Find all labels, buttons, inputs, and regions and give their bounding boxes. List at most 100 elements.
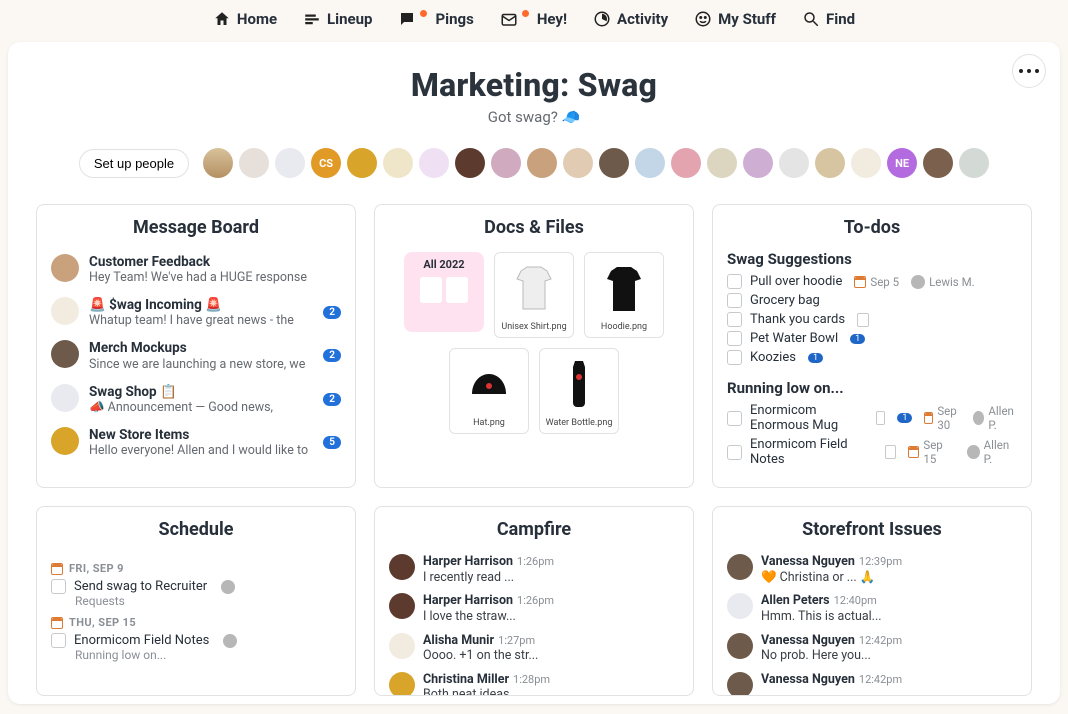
avatar[interactable] — [275, 148, 305, 178]
nav-home[interactable]: Home — [213, 10, 277, 28]
file-tile[interactable]: Hat.png — [449, 348, 529, 434]
todo-item[interactable]: Koozies1 — [713, 348, 1031, 367]
chat-message[interactable]: Vanessa Nguyen12:42pmNo prob. Here you..… — [713, 629, 1031, 668]
todo-item[interactable]: Grocery bag — [713, 291, 1031, 310]
todo-list-title[interactable]: Swag Suggestions — [713, 248, 1031, 272]
nav-find[interactable]: Find — [802, 10, 855, 28]
nav-lineup[interactable]: Lineup — [303, 10, 372, 28]
message-item[interactable]: Customer FeedbackHey Team! We've had a H… — [51, 248, 341, 291]
project-sheet: Marketing: Swag Got swag? 🧢 Set up peopl… — [8, 42, 1060, 704]
assignee-avatar — [967, 445, 980, 459]
avatar[interactable] — [923, 148, 953, 178]
schedule-item[interactable]: Send swag to Recruiter — [51, 579, 341, 594]
schedule-item-sub: Requests — [75, 594, 341, 608]
card-todos[interactable]: To-dos Swag SuggestionsPull over hoodie … — [712, 204, 1032, 488]
avatar[interactable] — [851, 148, 881, 178]
avatar[interactable] — [491, 148, 521, 178]
todo-item[interactable]: Enormicom Enormous Mug1 Sep 30 Allen P. — [713, 401, 1031, 435]
avatar — [727, 633, 753, 659]
more-menu-button[interactable] — [1012, 54, 1046, 88]
avatar[interactable]: CS — [311, 148, 341, 178]
avatar[interactable] — [563, 148, 593, 178]
schedule-item-label: Send swag to Recruiter — [74, 579, 207, 594]
checkbox[interactable] — [727, 293, 742, 308]
card-title: Schedule — [37, 519, 355, 540]
avatar[interactable] — [671, 148, 701, 178]
file-thumbnail — [589, 257, 659, 319]
checkbox[interactable] — [727, 350, 742, 365]
card-campfire[interactable]: Campfire Harper Harrison1:26pmI recently… — [374, 506, 694, 696]
card-title: Message Board — [37, 217, 355, 238]
chat-message[interactable]: Harper Harrison1:26pmI recently read ... — [375, 550, 693, 589]
nav-activity-label: Activity — [617, 10, 668, 28]
message-item[interactable]: Merch MockupsSince we are launching a ne… — [51, 334, 341, 377]
todo-item[interactable]: Pet Water Bowl1 — [713, 329, 1031, 348]
card-title: Storefront Issues — [713, 519, 1031, 540]
checkbox[interactable] — [727, 312, 742, 327]
message-item[interactable]: New Store ItemsHello everyone! Allen and… — [51, 421, 341, 464]
setup-people-button[interactable]: Set up people — [79, 149, 189, 178]
card-storefront-issues[interactable]: Storefront Issues Vanessa Nguyen12:39pm🧡… — [712, 506, 1032, 696]
avatar[interactable] — [635, 148, 665, 178]
document-icon — [876, 411, 885, 425]
nav-pings-label: Pings — [435, 10, 473, 28]
checkbox[interactable] — [727, 274, 742, 289]
avatar[interactable] — [455, 148, 485, 178]
chat-message[interactable]: Allen Peters12:40pmHmm. This is actual..… — [713, 589, 1031, 628]
avatar[interactable] — [347, 148, 377, 178]
chat-message[interactable]: Harper Harrison1:26pmI love the straw... — [375, 589, 693, 628]
avatar[interactable]: NE — [887, 148, 917, 178]
avatar-list: CS NE — [203, 148, 989, 178]
file-tile[interactable]: Hoodie.png — [584, 252, 664, 338]
card-docs-files[interactable]: Docs & Files All 2022Unisex Shirt.pngHoo… — [374, 204, 694, 488]
nav-pings[interactable]: Pings — [398, 10, 473, 28]
avatar[interactable] — [815, 148, 845, 178]
schedule-item[interactable]: Enormicom Field Notes — [51, 633, 341, 648]
checkbox[interactable] — [727, 411, 742, 426]
project-title: Marketing: Swag — [36, 66, 1032, 104]
folder[interactable]: All 2022 — [404, 252, 484, 332]
todo-item[interactable]: Enormicom Field Notes Sep 15 Allen P. — [713, 435, 1031, 469]
avatar — [51, 297, 79, 325]
chat-message[interactable]: Alisha Munir1:27pmOooo. +1 on the str... — [375, 629, 693, 668]
avatar[interactable] — [779, 148, 809, 178]
todo-item[interactable]: Pull over hoodie Sep 5 Lewis M. — [713, 272, 1031, 291]
avatar — [51, 254, 79, 282]
avatar[interactable] — [527, 148, 557, 178]
avatar[interactable] — [239, 148, 269, 178]
chat-snippet: I love the straw... — [423, 609, 554, 625]
calendar-icon — [51, 563, 63, 575]
avatar[interactable] — [959, 148, 989, 178]
checkbox[interactable] — [51, 633, 66, 648]
reply-count-badge: 2 — [323, 393, 341, 406]
card-schedule[interactable]: Schedule FRI, SEP 9Send swag to Recruite… — [36, 506, 356, 696]
avatar[interactable] — [707, 148, 737, 178]
card-message-board[interactable]: Message Board Customer FeedbackHey Team!… — [36, 204, 356, 488]
avatar[interactable] — [599, 148, 629, 178]
avatar[interactable] — [419, 148, 449, 178]
todo-item[interactable]: Thank you cards — [713, 310, 1031, 329]
avatar[interactable] — [383, 148, 413, 178]
nav-hey[interactable]: Hey! — [500, 10, 567, 28]
file-tile[interactable]: Water Bottle.png — [539, 348, 619, 434]
message-item[interactable]: Swag Shop 📋📣 Announcement — Good news,2 — [51, 378, 341, 421]
file-tile[interactable]: Unisex Shirt.png — [494, 252, 574, 338]
checkbox[interactable] — [51, 579, 66, 594]
avatar[interactable] — [743, 148, 773, 178]
chat-message[interactable]: Vanessa Nguyen12:39pm🧡 Christina or ... … — [713, 550, 1031, 589]
checkbox[interactable] — [727, 445, 742, 460]
schedule-item-label: Enormicom Field Notes — [74, 633, 209, 648]
todo-label: Koozies — [750, 350, 796, 365]
chat-time: 12:42pm — [859, 634, 902, 647]
nav-mystuff[interactable]: My Stuff — [694, 10, 776, 28]
notification-dot-icon — [420, 10, 427, 17]
message-snippet: Hello everyone! Allen and I would like t… — [89, 443, 313, 458]
nav-activity[interactable]: Activity — [593, 10, 668, 28]
chat-snippet: Both neat ideas.... — [423, 687, 550, 696]
checkbox[interactable] — [727, 331, 742, 346]
chat-message[interactable]: Vanessa Nguyen12:42pm — [713, 668, 1031, 696]
todo-list-title[interactable]: Running low on... — [713, 377, 1031, 401]
chat-message[interactable]: Christina Miller1:28pmBoth neat ideas...… — [375, 668, 693, 696]
message-item[interactable]: 🚨 $wag Incoming 🚨Whatup team! I have gre… — [51, 291, 341, 334]
avatar[interactable] — [203, 148, 233, 178]
